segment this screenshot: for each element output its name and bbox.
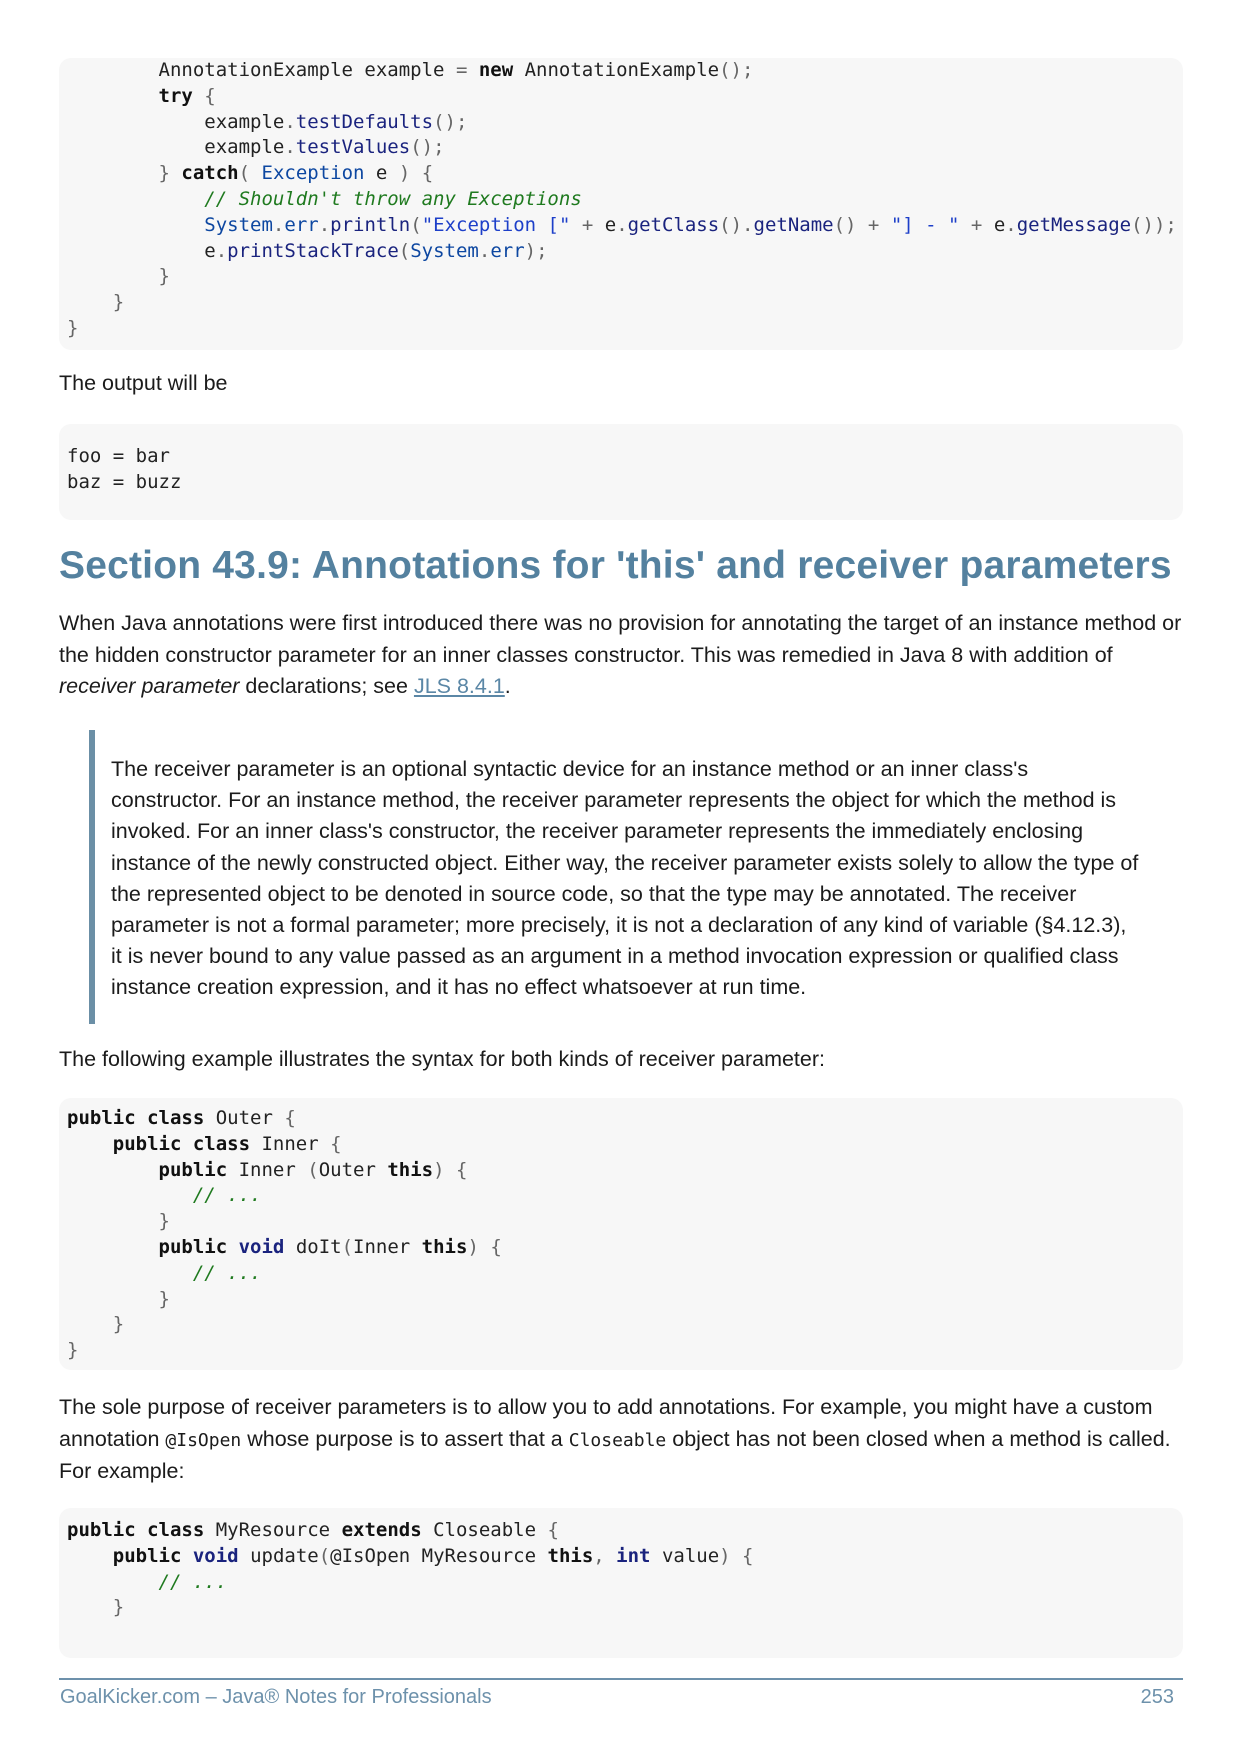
closeable-inline-code: Closeable [568,1429,667,1451]
purpose-paragraph: The sole purpose of receiver parameters … [59,1392,1183,1488]
blockquote-text: The receiver parameter is an optional sy… [111,757,1139,1000]
receiver-parameter-term: receiver parameter [59,674,240,699]
code-line: } [67,1596,125,1619]
footer-source: GoalKicker.com – Java® Notes for Profess… [60,1686,492,1708]
code-line: } [67,1339,79,1362]
code-comment: // Shouldn't throw any Exceptions [67,187,582,210]
code-block-output: foo = bar baz = buzz [59,424,1183,520]
code-line: } catch( Exception e ) { [158,162,434,185]
code-block-receiver-syntax: public class Outer { public class Inner … [59,1098,1183,1370]
footer-divider [59,1678,1183,1680]
output-intro: The output will be [59,371,228,395]
example-intro: The following example illustrates the sy… [59,1047,826,1071]
intro-text-1: When Java annotations were first introdu… [59,611,1182,667]
intro-text-2: declarations; see [239,674,414,699]
jls-blockquote: The receiver parameter is an optional sy… [89,730,1155,1024]
code-line: } [67,1313,125,1336]
isopen-inline-code: @IsOpen [165,1429,242,1451]
code-line: baz = buzz [67,470,182,493]
code-line: example.testValues(); [67,136,445,159]
code-line: } [67,316,79,339]
code-line: public class Inner { [112,1132,342,1155]
code-line: public class MyResource extends Closeabl… [67,1519,559,1541]
code-line: } [67,265,170,288]
code-line: } [67,1210,170,1233]
code-line: public Inner (Outer this) { [158,1158,468,1181]
code-line: public class Outer { [67,1107,296,1129]
code-line: example.testDefaults(); [67,110,468,133]
purpose-text-2: whose purpose is to assert that a [241,1426,569,1451]
code-block-myresource: public class MyResource extends Closeabl… [59,1508,1183,1658]
code-comment: // ... [67,1261,262,1284]
code-comment: // ... [67,1570,228,1593]
code-line: try { [158,84,216,107]
page-number: 253 [1140,1686,1174,1708]
intro-paragraph: When Java annotations were first introdu… [59,608,1183,703]
code-line: AnnotationExample example = new Annotati… [67,59,754,81]
code-line: e.printStackTrace(System.err); [67,239,548,262]
jls-link[interactable]: JLS 8.4.1 [414,674,505,698]
code-line: public void doIt(Inner this) { [158,1235,502,1258]
code-comment: // ... [67,1184,262,1207]
code-line: } [67,291,125,314]
code-line: } [67,1287,170,1310]
code-line: foo = bar [67,445,170,467]
section-title: Section 43.9: Annotations for 'this' and… [59,544,1172,587]
code-line: System.err.println("Exception [" + e.get… [204,213,1177,236]
code-line: public void update(@IsOpen MyResource th… [112,1544,754,1567]
intro-text-3: . [504,674,511,699]
code-block-1: AnnotationExample example = new Annotati… [59,58,1183,350]
